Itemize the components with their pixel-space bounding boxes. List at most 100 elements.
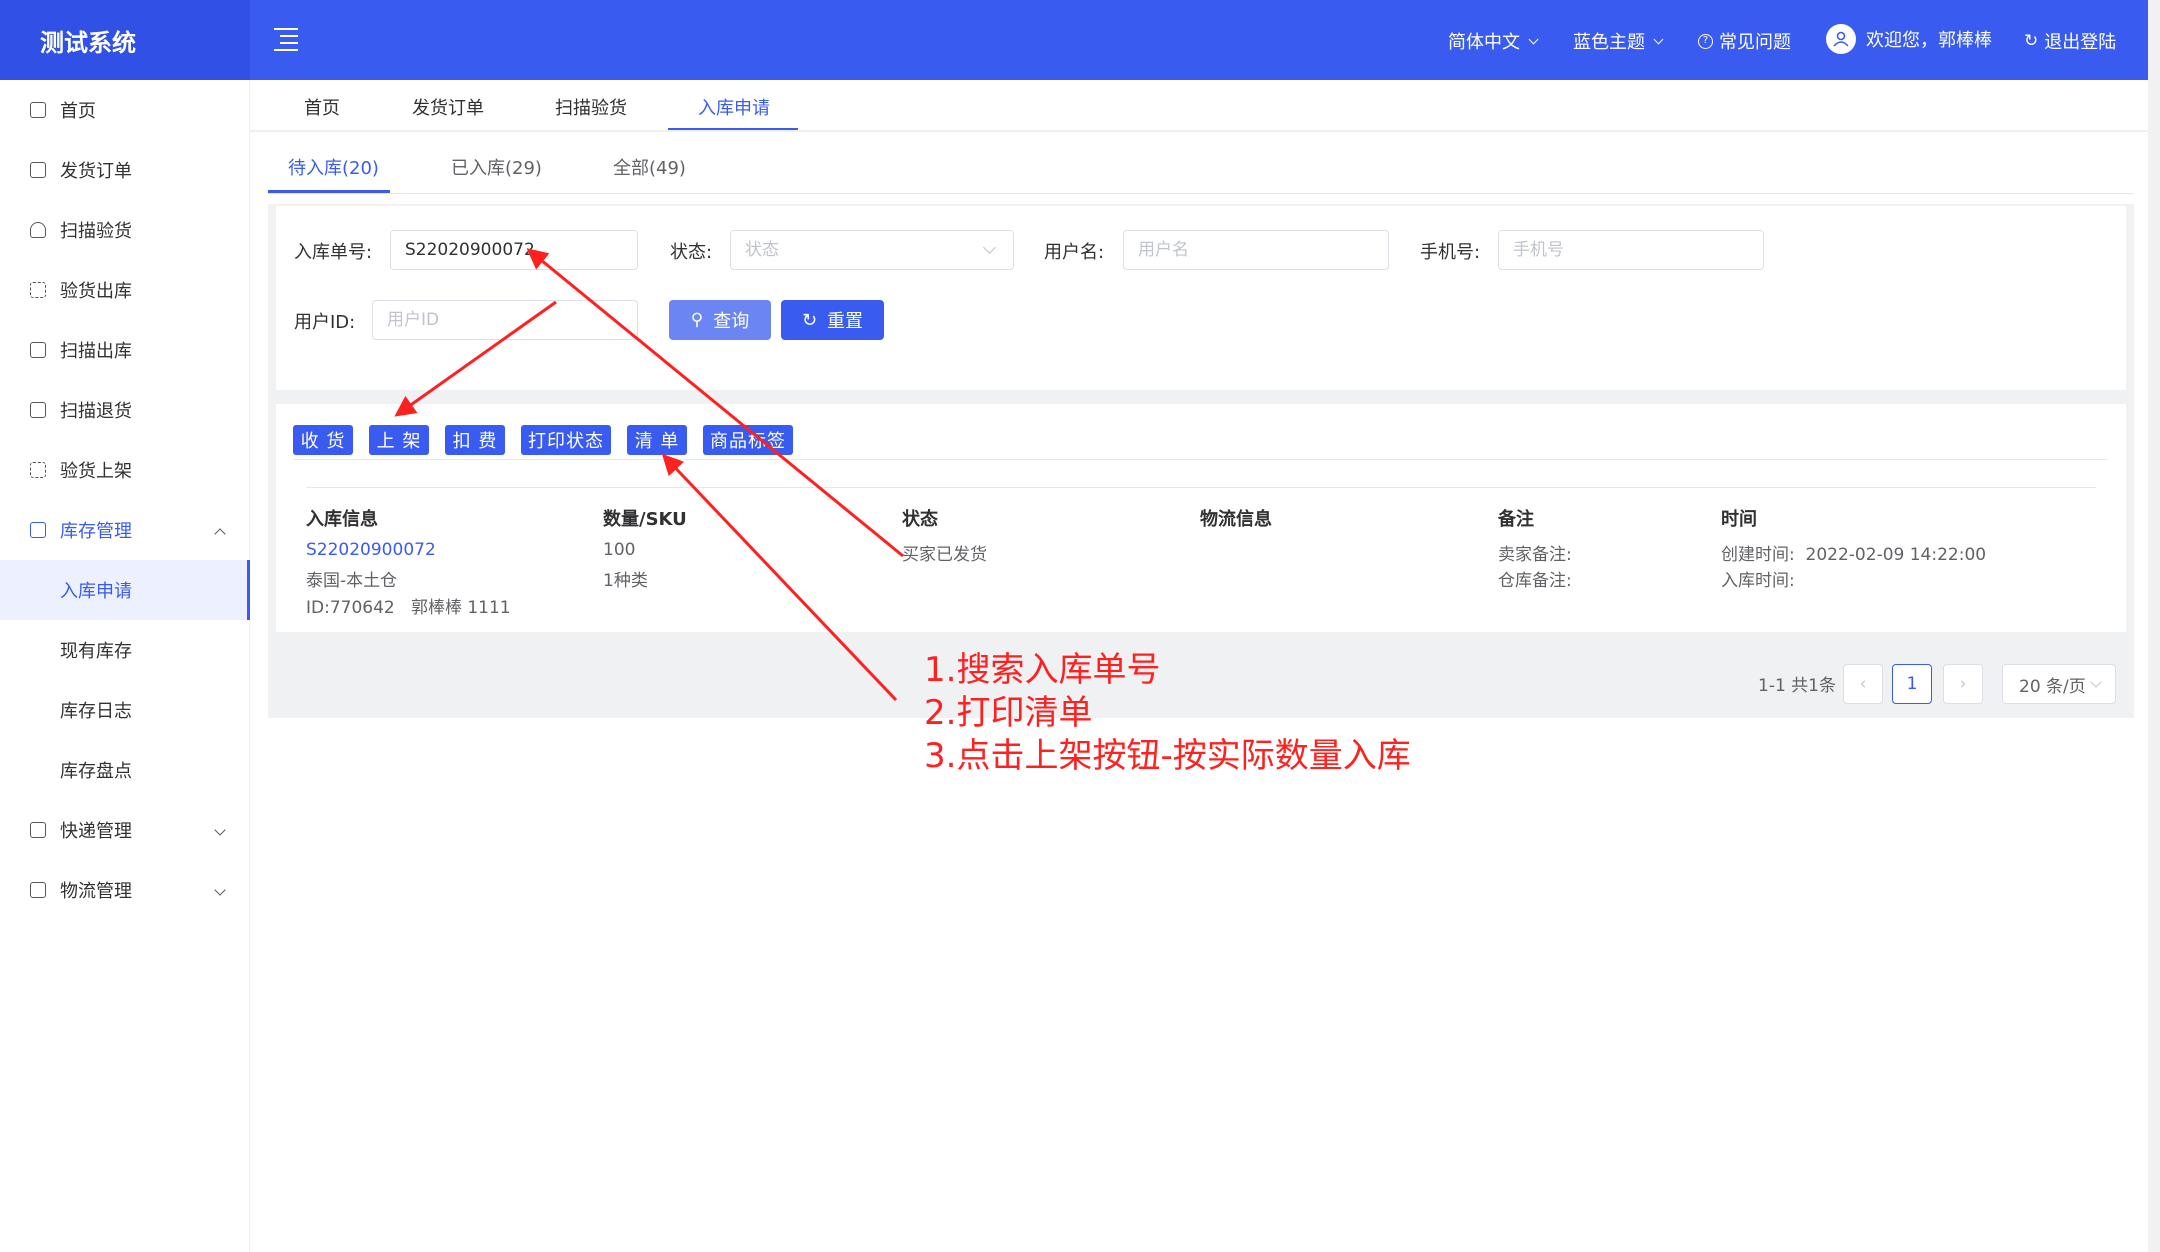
packing-list-button[interactable]: 清 单 — [627, 425, 687, 455]
warehouse-text: 泰国-本土仓 — [306, 571, 398, 591]
annotation-step-1: 1.搜索入库单号 — [924, 650, 1161, 690]
phone-input[interactable] — [1498, 230, 1764, 270]
logout-link[interactable]: ↻ 退出登陆 — [2024, 28, 2116, 54]
username-input[interactable] — [1123, 230, 1389, 270]
scan-icon — [30, 462, 46, 478]
active-subtab-indicator — [268, 190, 390, 193]
bag-icon — [30, 162, 46, 178]
sidebar-item-inspect-shelve[interactable]: 验货上架 — [0, 440, 250, 500]
sidebar-item-scan-outbound[interactable]: 扫描出库 — [0, 320, 250, 380]
username-label: 用户名: — [1044, 242, 1105, 263]
pagination-summary: 1-1 共1条 — [1758, 676, 1836, 696]
tab-inbound-request[interactable]: 入库申请 — [698, 94, 770, 120]
sidebar-item-shipping-orders[interactable]: 发货订单 — [0, 140, 250, 200]
sku-text: 1种类 — [603, 571, 648, 591]
chevron-right-icon: › — [1959, 674, 1967, 694]
logout-icon: ↻ — [2024, 31, 2039, 51]
shelve-button[interactable]: 上 架 — [369, 425, 429, 455]
scan-icon — [30, 282, 46, 298]
status-tabs: 待入库(20) 已入库(29) 全部(49) — [268, 140, 2134, 194]
divider — [306, 487, 2096, 488]
sidebar-item-inspect-outbound[interactable]: 验货出库 — [0, 260, 250, 320]
page-size-label: 20 条/页 — [2019, 676, 2086, 697]
sidebar-item-logistics[interactable]: 物流管理 — [0, 860, 250, 920]
divider — [293, 459, 2108, 460]
user-info-text: ID:770642 郭棒棒 1111 — [306, 598, 511, 618]
chevron-up-icon — [214, 528, 226, 540]
tab-scan-inspect[interactable]: 扫描验货 — [555, 94, 627, 120]
sidebar-item-label: 库存日志 — [60, 701, 132, 722]
language-dropdown[interactable]: 简体中文 — [1448, 28, 1539, 54]
order-no-label: 入库单号: — [294, 242, 373, 263]
sidebar-item-label: 物流管理 — [60, 881, 132, 902]
tab-all[interactable]: 全部(49) — [613, 154, 686, 180]
chevron-down-icon — [2090, 675, 2102, 688]
welcome-text: 欢迎您，郭棒棒 — [1866, 30, 1992, 51]
menu-toggle-icon[interactable] — [270, 24, 302, 52]
list-icon — [30, 822, 46, 838]
sidebar-item-stocktake[interactable]: 库存盘点 — [0, 740, 250, 800]
col-inbound-info: 入库信息 — [306, 509, 378, 530]
sidebar-item-express[interactable]: 快递管理 — [0, 800, 250, 860]
reset-button[interactable]: ↻ 重置 — [781, 300, 884, 340]
app-root: 测试系统 简体中文 蓝色主题 ? 常见问题 欢迎您，郭棒棒 ↻ 退出登陆 首页 … — [0, 0, 2160, 1252]
chevron-down-icon — [1528, 34, 1539, 44]
col-remarks: 备注 — [1498, 509, 1534, 530]
tab-home[interactable]: 首页 — [304, 94, 340, 120]
tab-shipping-orders[interactable]: 发货订单 — [412, 94, 484, 120]
print-status-button[interactable]: 打印状态 — [521, 425, 611, 455]
product-label-button[interactable]: 商品标签 — [703, 425, 793, 455]
sidebar: 首页 发货订单 扫描验货 验货出库 扫描出库 扫描退货 验货上架 库存管理 入库… — [0, 80, 250, 1252]
sidebar-item-inbound-request[interactable]: 入库申请 — [0, 560, 250, 620]
faq-link[interactable]: ? 常见问题 — [1698, 28, 1791, 54]
status-select[interactable] — [730, 230, 1014, 270]
search-icon: ⚲ — [690, 310, 704, 330]
refresh-icon: ↻ — [801, 309, 818, 331]
sidebar-item-scan-inspect[interactable]: 扫描验货 — [0, 200, 250, 260]
user-icon — [1833, 31, 1849, 47]
sidebar-item-label: 首页 — [60, 101, 96, 122]
question-icon: ? — [1698, 33, 1713, 49]
chevron-down-icon — [214, 824, 226, 836]
chevron-down-icon — [1653, 34, 1664, 44]
receive-button[interactable]: 收 货 — [293, 425, 353, 455]
page-1-button[interactable]: 1 — [1892, 664, 1932, 704]
tab-pending-inbound[interactable]: 待入库(20) — [288, 154, 379, 180]
charge-button[interactable]: 扣 费 — [445, 425, 505, 455]
tab-inbounded[interactable]: 已入库(29) — [451, 154, 542, 180]
top-header: 测试系统 简体中文 蓝色主题 ? 常见问题 欢迎您，郭棒棒 ↻ 退出登陆 — [0, 0, 2148, 80]
query-button[interactable]: ⚲ 查询 — [669, 300, 771, 340]
seller-note: 卖家备注: — [1498, 545, 1572, 565]
page-scrollbar[interactable] — [2148, 0, 2160, 1252]
warehouse-note: 仓库备注: — [1498, 571, 1572, 591]
theme-dropdown[interactable]: 蓝色主题 — [1573, 28, 1664, 54]
reset-label: 重置 — [827, 311, 864, 332]
theme-label: 蓝色主题 — [1573, 32, 1645, 53]
sidebar-item-inventory[interactable]: 库存管理 — [0, 500, 250, 560]
prev-page-button[interactable]: ‹ — [1843, 664, 1883, 704]
truck-icon — [30, 882, 46, 898]
order-no-link[interactable]: S22020900072 — [306, 540, 436, 560]
sidebar-item-label: 现有库存 — [60, 641, 132, 662]
user-id-label: 用户ID: — [294, 312, 356, 333]
sidebar-item-scan-return[interactable]: 扫描退货 — [0, 380, 250, 440]
user-menu[interactable]: 欢迎您，郭棒棒 — [1826, 24, 1992, 54]
qty-text: 100 — [603, 540, 636, 560]
sidebar-item-home[interactable]: 首页 — [0, 80, 250, 140]
sidebar-item-label: 快递管理 — [60, 821, 132, 842]
grid-icon — [30, 522, 46, 538]
page-size-select[interactable]: 20 条/页 — [2002, 664, 2116, 704]
sidebar-item-label: 扫描出库 — [60, 341, 132, 362]
sidebar-item-stock-log[interactable]: 库存日志 — [0, 680, 250, 740]
phone-label: 手机号: — [1420, 242, 1481, 263]
sidebar-item-current-stock[interactable]: 现有库存 — [0, 620, 250, 680]
sidebar-item-label: 库存管理 — [60, 521, 132, 542]
order-no-input[interactable] — [390, 230, 638, 270]
next-page-button[interactable]: › — [1943, 664, 1983, 704]
home-icon — [30, 102, 46, 118]
language-label: 简体中文 — [1448, 32, 1520, 53]
sidebar-item-label: 验货上架 — [60, 461, 132, 482]
user-id-input[interactable] — [372, 300, 638, 340]
stocked-time: 入库时间: — [1721, 571, 1795, 591]
status-text: 买家已发货 — [902, 545, 987, 565]
